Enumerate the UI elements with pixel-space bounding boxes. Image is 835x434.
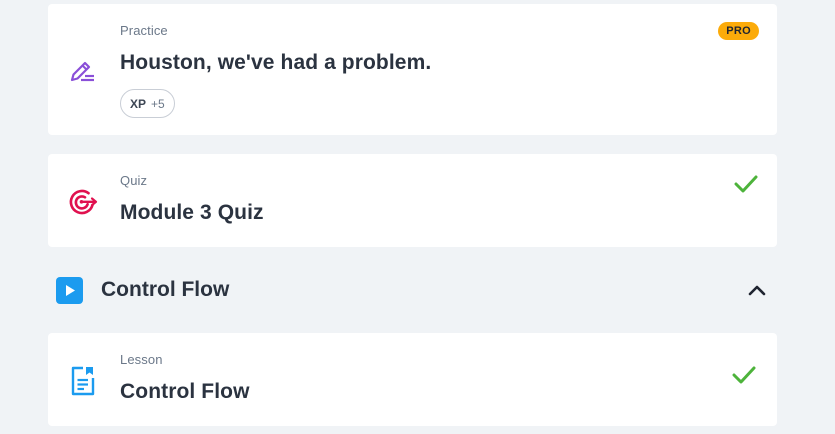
checkmark-icon: [734, 175, 758, 193]
chevron-up-icon[interactable]: [747, 280, 767, 300]
xp-badge: XP +5: [120, 89, 175, 118]
xp-value: +5: [151, 96, 165, 111]
section-header[interactable]: Control Flow: [48, 270, 777, 310]
card-type-label: Quiz: [120, 173, 148, 188]
target-icon: [69, 189, 98, 215]
checkmark-icon: [732, 366, 756, 384]
pro-badge: PRO: [718, 22, 759, 40]
card-title: Control Flow: [120, 380, 250, 403]
card-title: Module 3 Quiz: [120, 201, 264, 224]
play-icon: [56, 277, 83, 304]
section-title: Control Flow: [101, 278, 230, 301]
card-type-label: Lesson: [120, 352, 163, 367]
document-icon: [71, 366, 95, 396]
lesson-card[interactable]: Lesson Control Flow: [48, 333, 777, 426]
card-type-label: Practice: [120, 23, 168, 38]
xp-label: XP: [130, 96, 147, 111]
quiz-card[interactable]: Quiz Module 3 Quiz: [48, 154, 777, 247]
practice-card[interactable]: Practice Houston, we've had a problem. X…: [48, 4, 777, 135]
card-title: Houston, we've had a problem.: [120, 51, 432, 74]
pencil-icon: [70, 61, 94, 82]
